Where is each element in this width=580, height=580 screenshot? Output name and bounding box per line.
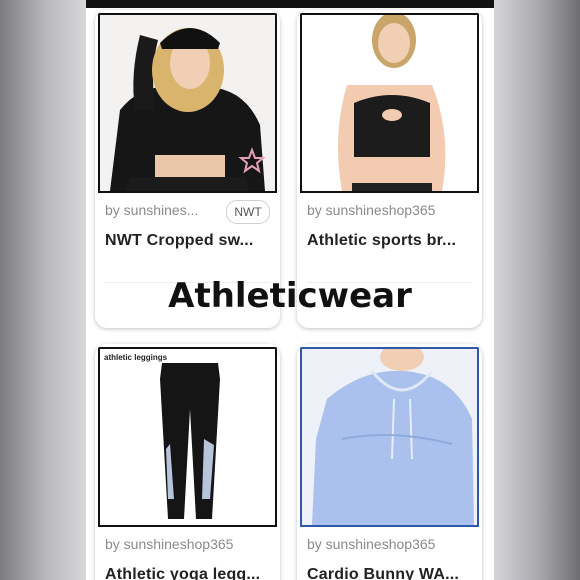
sports-bra-photo <box>302 15 477 191</box>
cropped-sweatshirt-photo <box>100 15 275 191</box>
status-bar <box>86 0 494 8</box>
hoodie-photo <box>302 349 477 525</box>
seller-name[interactable]: by sunshineshop365 <box>307 202 435 218</box>
seller-name[interactable]: by sunshineshop365 <box>307 536 435 552</box>
nwt-badge: NWT <box>226 200 270 224</box>
listing-title[interactable]: NWT Cropped sw... <box>105 232 254 250</box>
listing-image[interactable] <box>300 347 479 527</box>
listing-title[interactable]: Athletic sports br... <box>307 232 456 250</box>
listing-image[interactable] <box>98 13 277 193</box>
image-label: athletic leggings <box>104 353 168 362</box>
seller-name[interactable]: by sunshineshop365 <box>105 536 233 552</box>
listing-card[interactable]: by sunshineshop365 Cardio Bunny WA... <box>297 344 482 580</box>
listing-card[interactable]: athletic leggings by sunshineshop365 Ath… <box>95 344 280 580</box>
leggings-photo <box>100 349 275 525</box>
listing-title[interactable]: Cardio Bunny WA... <box>307 566 459 580</box>
listing-title[interactable]: Athletic yoga legg... <box>105 566 260 580</box>
seller-name[interactable]: by sunshines... <box>105 202 198 218</box>
overlay-title: Athleticwear <box>168 276 412 316</box>
listing-image[interactable]: athletic leggings <box>98 347 277 527</box>
app-screen: by sunshines... NWT NWT Cropped sw... by… <box>86 0 494 580</box>
listing-image[interactable] <box>300 13 479 193</box>
